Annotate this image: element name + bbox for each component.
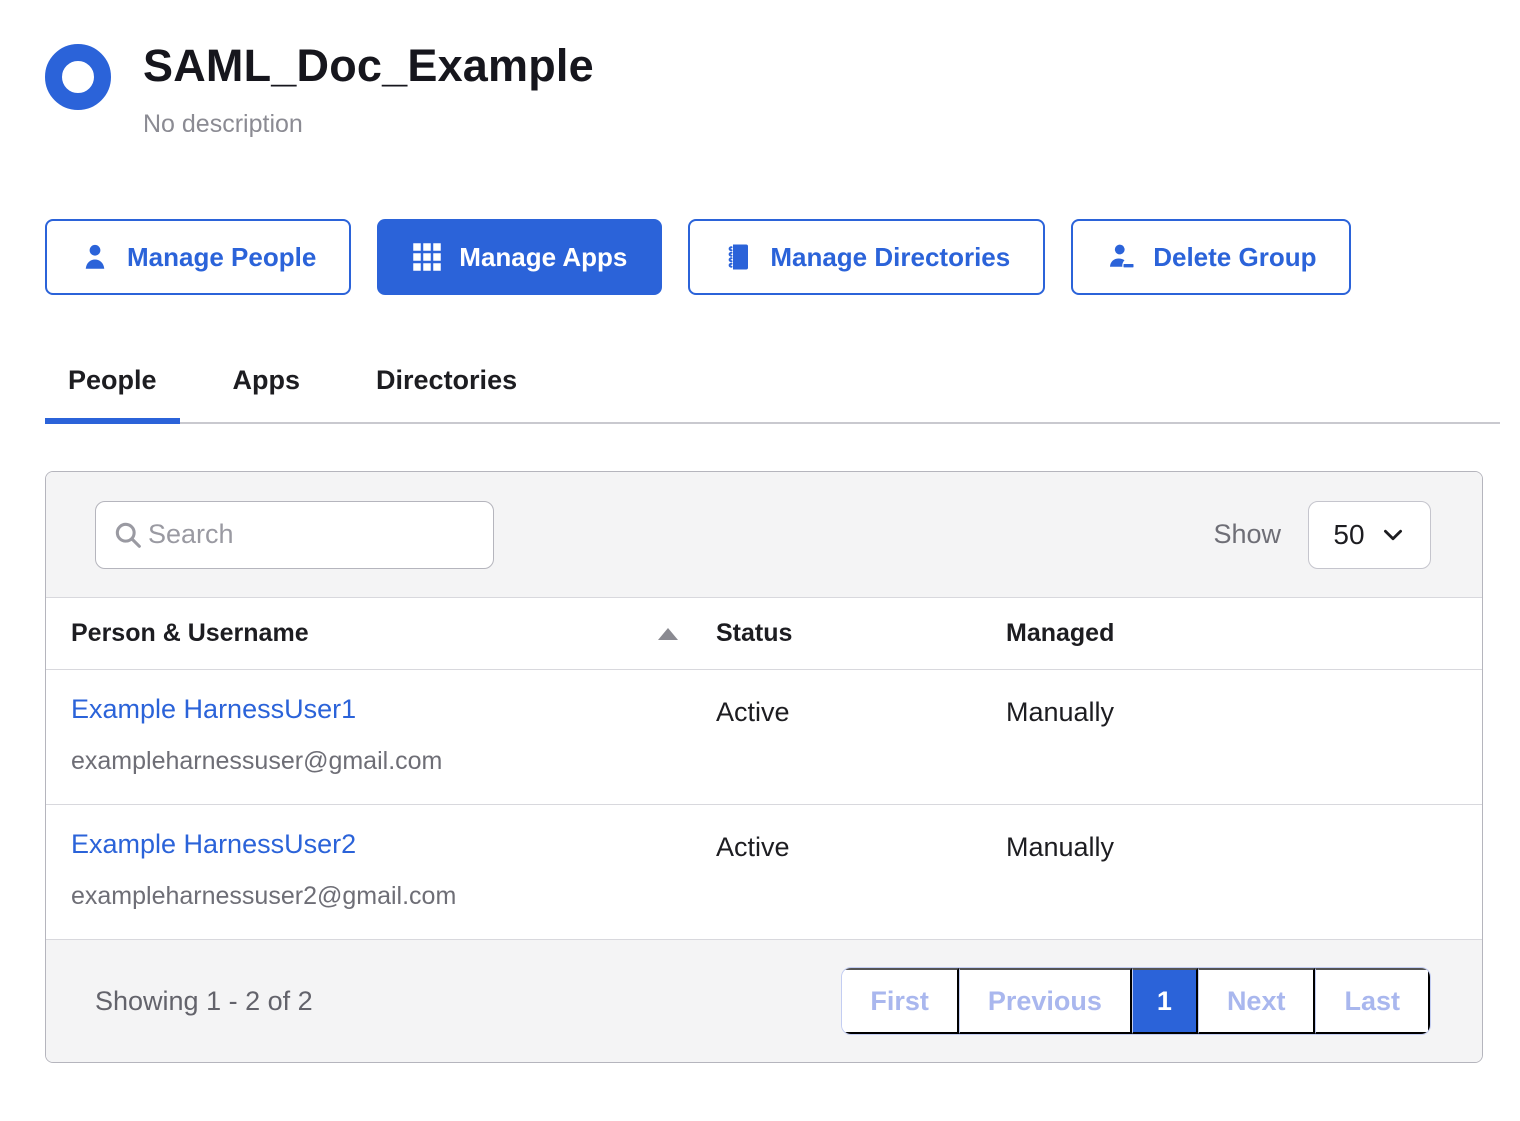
pagination: First Previous 1 Next Last <box>841 967 1431 1035</box>
group-description: No description <box>143 110 594 139</box>
group-actions: Manage People Manage Apps <box>45 219 1483 295</box>
search-input[interactable] <box>148 519 477 550</box>
page-size-value: 50 <box>1333 519 1364 551</box>
tab-people[interactable]: People <box>45 365 180 422</box>
status-cell: Active <box>716 829 1006 911</box>
column-header-managed: Managed <box>1006 619 1482 648</box>
table-toolbar: Show 50 <box>46 472 1482 598</box>
table-row: Example HarnessUser2 exampleharnessuser2… <box>46 805 1482 940</box>
search-icon <box>112 519 144 551</box>
tab-directories[interactable]: Directories <box>353 365 540 422</box>
column-header-person-username[interactable]: Person & Username <box>71 619 716 648</box>
user-remove-icon <box>1106 242 1136 272</box>
group-detail-page: SAML_Doc_Example No description Manage P… <box>0 0 1520 1063</box>
group-tabs: People Apps Directories <box>45 365 1500 424</box>
sort-ascending-icon <box>658 628 678 640</box>
user-link[interactable]: Example HarnessUser1 <box>71 694 356 724</box>
table-header-row: Person & Username Status Managed <box>46 598 1482 670</box>
pagination-previous-button[interactable]: Previous <box>959 968 1132 1034</box>
manage-directories-button[interactable]: Manage Directories <box>688 219 1045 295</box>
managed-cell: Manually <box>1006 829 1482 911</box>
manage-people-button[interactable]: Manage People <box>45 219 351 295</box>
user-link[interactable]: Example HarnessUser2 <box>71 829 356 859</box>
directory-book-icon <box>723 242 753 272</box>
status-cell: Active <box>716 694 1006 776</box>
user-email: exampleharnessuser@gmail.com <box>71 747 716 776</box>
person-icon <box>80 242 110 272</box>
page-size-select[interactable]: 50 <box>1308 501 1431 569</box>
page-title: SAML_Doc_Example <box>143 40 594 92</box>
people-table-card: Show 50 Person & Username Status Managed… <box>45 471 1483 1063</box>
column-header-status: Status <box>716 619 1006 648</box>
page-header: SAML_Doc_Example No description <box>45 40 1483 139</box>
grid-icon <box>412 242 442 272</box>
delete-group-button[interactable]: Delete Group <box>1071 219 1351 295</box>
table-row: Example HarnessUser1 exampleharnessuser@… <box>46 670 1482 805</box>
show-label: Show <box>1213 519 1281 550</box>
managed-cell: Manually <box>1006 694 1482 776</box>
pagination-first-button[interactable]: First <box>842 968 959 1034</box>
search-box[interactable] <box>95 501 494 569</box>
pagination-current-page[interactable]: 1 <box>1132 968 1198 1034</box>
manage-apps-button[interactable]: Manage Apps <box>377 219 662 295</box>
chevron-down-icon <box>1380 522 1406 548</box>
results-summary: Showing 1 - 2 of 2 <box>95 986 313 1017</box>
user-email: exampleharnessuser2@gmail.com <box>71 882 716 911</box>
pagination-next-button[interactable]: Next <box>1198 968 1316 1034</box>
tab-apps[interactable]: Apps <box>210 365 324 422</box>
pagination-last-button[interactable]: Last <box>1315 968 1430 1034</box>
okta-group-icon <box>45 44 111 110</box>
table-footer: Showing 1 - 2 of 2 First Previous 1 Next… <box>46 940 1482 1062</box>
